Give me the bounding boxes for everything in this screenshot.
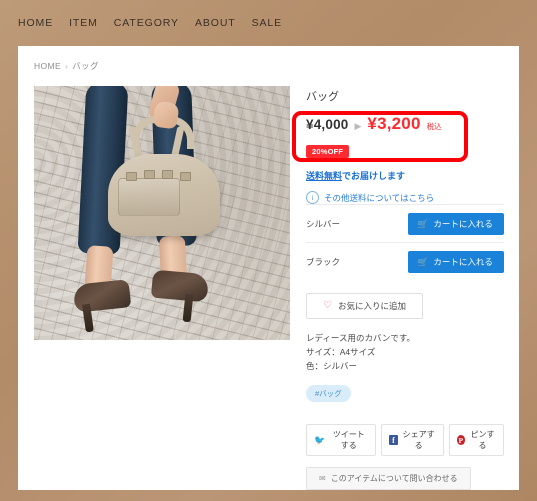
add-to-favorites-label: お気に入りに追加: [337, 301, 406, 311]
free-shipping-rest: でお届けします: [342, 171, 406, 181]
description-line-3: 色：シルバー: [306, 361, 358, 372]
free-shipping-emphasis: 送料無料: [306, 171, 343, 181]
nav-item-about[interactable]: ABOUT: [195, 17, 236, 29]
price-row: ¥4,000 ▶ ¥3,200 税込: [306, 114, 504, 134]
product-card: HOME › バッグ バッグ ¥4,000 ▶ ¥3,200 税込 20%OFF…: [18, 46, 519, 490]
price-original: ¥4,000: [306, 117, 349, 132]
price-sale: ¥3,200: [367, 114, 421, 133]
shipping-info-label: その他送料についてはこちら: [324, 192, 435, 203]
twitter-icon: 🐦: [314, 434, 326, 445]
contact-about-item-label: このアイテムについて問い合わせる: [330, 474, 458, 484]
nav-item-home[interactable]: HOME: [18, 17, 53, 29]
share-twitter-label: ツイートする: [332, 430, 365, 451]
pinterest-icon: P: [456, 435, 465, 446]
cart-icon: 🛒: [417, 256, 429, 267]
share-pinterest-button[interactable]: P ピンする: [448, 424, 504, 457]
price-arrow-icon: ▶: [354, 121, 362, 131]
description-line-1: レディース用のカバンです。: [306, 333, 416, 343]
shipping-info-link[interactable]: i その他送料についてはこちら: [306, 191, 504, 204]
nav-item-category[interactable]: CATEGORY: [114, 17, 179, 29]
add-to-cart-label-black: カートに入れる: [433, 257, 493, 267]
add-to-cart-label-silver: カートに入れる: [433, 219, 493, 229]
share-twitter-button[interactable]: 🐦 ツイートする: [306, 424, 377, 457]
heart-icon: ♡: [323, 300, 332, 311]
bag-buckle-4: [180, 172, 191, 181]
top-navigation: HOME ITEM CATEGORY ABOUT SALE: [0, 0, 537, 46]
nav-item-sale[interactable]: SALE: [252, 17, 282, 29]
discount-badge: 20%OFF: [306, 145, 350, 158]
cart-icon: 🛒: [417, 218, 429, 229]
variant-row-silver: シルバー 🛒 カートに入れる: [306, 204, 504, 242]
add-to-favorites-button[interactable]: ♡ お気に入りに追加: [306, 293, 423, 319]
product-tag[interactable]: #バッグ: [306, 385, 351, 403]
description-line-2: サイズ：A4サイズ: [306, 347, 376, 358]
bag-buckle-2: [144, 170, 155, 179]
mail-icon: ✉: [319, 473, 326, 483]
contact-about-item-button[interactable]: ✉ このアイテムについて問い合わせる: [306, 467, 471, 490]
price-tax-note: 税込: [426, 122, 442, 131]
share-buttons: 🐦 ツイートする f シェアする P ピンする: [306, 424, 504, 457]
variant-row-black: ブラック 🛒 カートに入れる: [306, 242, 504, 280]
share-pinterest-label: ピンする: [470, 430, 495, 451]
bag-front-pocket: [118, 178, 180, 216]
variant-name-black: ブラック: [306, 257, 341, 267]
add-to-cart-button-silver[interactable]: 🛒 カートに入れる: [408, 213, 504, 235]
product-description: レディース用のカバンです。 サイズ：A4サイズ 色：シルバー: [306, 331, 504, 373]
add-to-cart-button-black[interactable]: 🛒 カートに入れる: [408, 251, 504, 273]
breadcrumb-current: バッグ: [72, 61, 99, 71]
hand: [152, 100, 180, 130]
breadcrumb-home[interactable]: HOME: [34, 61, 61, 71]
free-shipping-text: 送料無料でお届けします: [306, 169, 504, 182]
share-facebook-button[interactable]: f シェアする: [381, 424, 444, 457]
info-icon: i: [306, 191, 319, 204]
page-title: バッグ: [306, 91, 339, 103]
nav-item-item[interactable]: ITEM: [69, 17, 98, 29]
bag-buckle-3: [162, 170, 173, 179]
facebook-icon: f: [389, 435, 398, 446]
share-facebook-label: シェアする: [402, 430, 435, 451]
variant-name-silver: シルバー: [306, 219, 341, 229]
product-info-panel: バッグ ¥4,000 ▶ ¥3,200 税込 20%OFF 送料無料でお届けしま…: [306, 88, 504, 490]
breadcrumb: HOME › バッグ: [34, 60, 99, 72]
breadcrumb-separator-icon: ›: [65, 61, 69, 71]
bag-buckle-1: [126, 172, 137, 181]
product-image[interactable]: [34, 86, 290, 340]
